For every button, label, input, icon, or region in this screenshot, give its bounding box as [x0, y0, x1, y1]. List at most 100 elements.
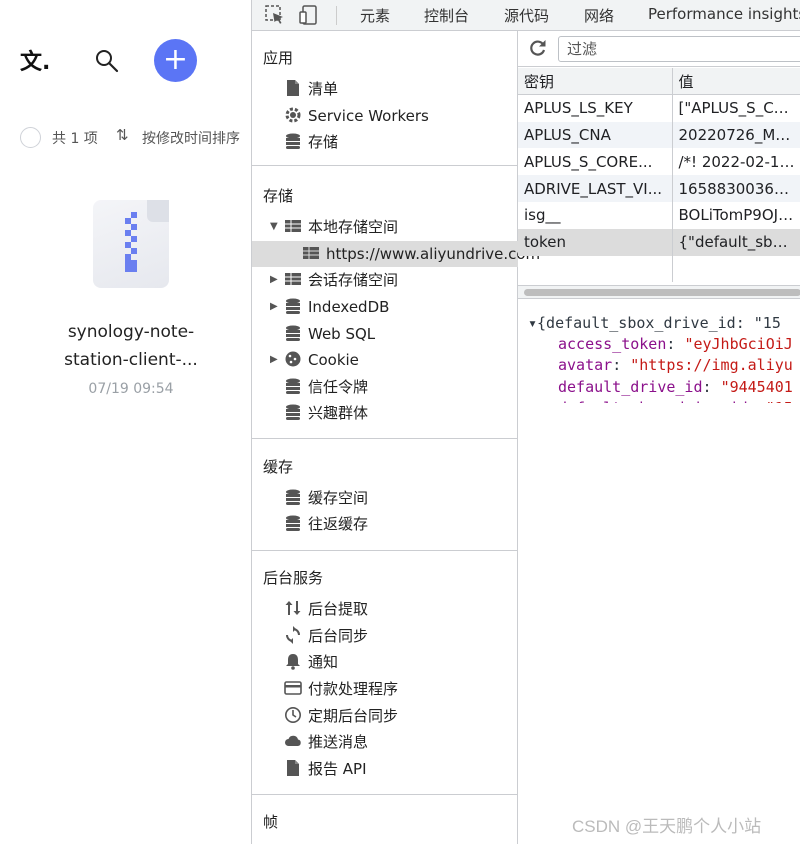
json-value: "eyJhbGciOiJ — [684, 335, 793, 353]
scrollbar-thumb[interactable] — [524, 289, 800, 296]
bell-icon — [286, 654, 300, 670]
sidebar-item-background-fetch[interactable]: 后台提取 — [284, 596, 368, 622]
json-field[interactable]: avatar: "https://img.aliyu — [558, 355, 793, 376]
key-cell[interactable]: token — [518, 228, 673, 256]
horizontal-scrollbar[interactable] — [518, 285, 800, 299]
sidebar-item-storage[interactable]: 存储 — [284, 129, 338, 155]
devtools-panel: 元素 控制台 源代码 网络 Performance insights 应用 清单… — [251, 0, 800, 844]
json-key: avatar — [558, 356, 613, 375]
sidebar-item-service-workers[interactable]: Service Workers — [284, 103, 429, 129]
file-name-line1[interactable]: synology-note- — [0, 322, 262, 342]
sidebar-item-notifications[interactable]: 通知 — [284, 649, 338, 675]
search-icon[interactable] — [94, 48, 120, 74]
sidebar-item-local-storage-origin[interactable]: https://www.aliyundrive.com — [252, 241, 540, 267]
sidebar-item-interest-groups[interactable]: 兴趣群体 — [284, 400, 368, 426]
key-cell[interactable]: ADRIVE_LAST_VI... — [518, 175, 673, 202]
sidebar-item-bfcache[interactable]: 往返缓存 — [284, 511, 368, 537]
sidebar-item-cookie[interactable]: ▶ Cookie — [270, 347, 359, 373]
sidebar-item-websql[interactable]: Web SQL — [284, 321, 375, 347]
item-count: 共 1 项 — [52, 131, 98, 147]
sidebar-item-periodic-background-sync[interactable]: 定期后台同步 — [284, 703, 398, 729]
filter-input[interactable]: 过滤 — [558, 36, 800, 62]
table-icon — [285, 220, 301, 232]
key-cell[interactable]: isg__ — [518, 201, 673, 229]
up-down-arrows-icon — [285, 601, 301, 615]
tab-elements[interactable]: 元素 — [360, 5, 390, 26]
inspect-element-icon[interactable] — [264, 4, 286, 26]
page-title: 文. — [20, 50, 51, 75]
sidebar-item-payment-handler[interactable]: 付款处理程序 — [284, 676, 398, 702]
database-icon — [286, 325, 300, 341]
value-cell[interactable]: 20220726_MRJc — [672, 121, 800, 149]
json-value: "https://img.aliyu — [630, 356, 793, 375]
devtools-tab-bar: 元素 控制台 源代码 网络 Performance insights — [252, 0, 800, 31]
json-field[interactable]: default_sbox_drive_id: "15 — [558, 398, 793, 403]
watermark: CSDN @王天鹏个人小站 — [572, 817, 762, 836]
json-preview: ▾{default_sbox_drive_id: "15 access_toke… — [518, 313, 800, 403]
filter-toolbar: 过滤 — [518, 31, 800, 67]
value-cell[interactable]: BOLiTomP9OJLp — [672, 201, 800, 229]
table-empty-row — [518, 255, 800, 283]
table-row[interactable]: APLUS_LS_KEY ["APLUS_S_CORE — [518, 94, 800, 122]
key-cell[interactable]: APLUS_S_CORE... — [518, 148, 673, 176]
expanded-arrow-icon[interactable]: ▾ — [528, 314, 537, 332]
json-key: default_drive_id — [558, 377, 703, 396]
credit-card-icon — [284, 681, 302, 695]
value-cell[interactable]: /*! 2022-02-16 15 — [672, 148, 800, 176]
json-root[interactable]: ▾{default_sbox_drive_id: "15 — [528, 313, 781, 334]
web-page-pane: 文. + 共 1 项 ⇅ 按修改时间排序 synology-note- stat… — [0, 0, 251, 844]
table-row[interactable]: token {"default_sbox_d — [518, 228, 800, 256]
collapsed-arrow-icon[interactable]: ▶ — [270, 347, 278, 373]
zip-file-icon[interactable] — [93, 200, 169, 288]
clock-icon — [285, 707, 301, 723]
tab-performance-insights[interactable]: Performance insights — [648, 5, 800, 23]
section-frames: 帧 — [263, 813, 279, 831]
tab-sources[interactable]: 源代码 — [504, 5, 549, 26]
refresh-icon[interactable] — [528, 38, 548, 58]
sidebar-item-push-messaging[interactable]: 推送消息 — [284, 729, 368, 755]
sidebar-item-session-storage[interactable]: ▶ 会话存储空间 — [270, 267, 398, 293]
table-row[interactable]: isg__ BOLiTomP9OJLp — [518, 201, 800, 229]
section-application: 应用 — [263, 49, 294, 67]
select-all-checkbox[interactable] — [20, 127, 41, 148]
section-background-services: 后台服务 — [263, 569, 324, 587]
file-name-line2[interactable]: station-client-... — [0, 350, 262, 370]
tab-network[interactable]: 网络 — [584, 5, 614, 26]
value-cell[interactable]: ["APLUS_S_CORE — [672, 94, 800, 122]
column-header-key[interactable]: 密钥 — [518, 68, 673, 96]
key-cell[interactable]: APLUS_CNA — [518, 121, 673, 149]
sidebar-item-indexeddb[interactable]: ▶ IndexedDB — [270, 294, 389, 320]
table-row[interactable]: ADRIVE_LAST_VI... 1658830036066 — [518, 175, 800, 202]
expanded-arrow-icon[interactable]: ▼ — [270, 214, 278, 240]
json-value: "15 — [766, 399, 793, 403]
sidebar-item-trust-tokens[interactable]: 信任令牌 — [284, 374, 368, 400]
gear-icon — [285, 107, 301, 123]
value-cell[interactable]: 1658830036066 — [672, 175, 800, 202]
application-sidebar: 应用 清单 Service Workers 存储 存储 ▼ 本地存储空间 htt… — [252, 31, 540, 844]
sort-button[interactable]: 按修改时间排序 — [142, 128, 240, 148]
sidebar-item-cache-storage[interactable]: 缓存空间 — [284, 485, 368, 511]
sidebar-item-reporting-api[interactable]: 报告 API — [284, 756, 367, 782]
sidebar-item-background-sync[interactable]: 后台同步 — [284, 623, 368, 649]
cloud-icon — [285, 735, 301, 746]
collapsed-arrow-icon[interactable]: ▶ — [270, 294, 278, 320]
database-icon — [286, 489, 300, 505]
database-icon — [286, 298, 300, 314]
collapsed-arrow-icon[interactable]: ▶ — [270, 267, 278, 293]
sidebar-item-manifest[interactable]: 清单 — [284, 76, 338, 102]
sort-icon[interactable]: ⇅ — [116, 126, 129, 144]
add-button[interactable]: + — [154, 39, 197, 82]
value-cell[interactable]: {"default_sbox_d — [672, 228, 800, 256]
key-cell[interactable]: APLUS_LS_KEY — [518, 94, 673, 122]
json-field[interactable]: default_drive_id: "9445401 — [558, 377, 793, 398]
table-row[interactable]: APLUS_CNA 20220726_MRJc — [518, 121, 800, 149]
tab-console[interactable]: 控制台 — [424, 5, 469, 26]
sync-icon — [286, 626, 300, 644]
table-row[interactable]: APLUS_S_CORE.../*! 2022-02-16 15 — [518, 148, 800, 176]
storage-viewer: 过滤 密钥 值 APLUS_LS_KEY ["APLUS_S_CORE APLUS_… — [518, 31, 800, 844]
json-field[interactable]: access_token: "eyJhbGciOiJ — [558, 334, 793, 355]
column-header-value[interactable]: 值 — [672, 68, 800, 96]
database-icon — [286, 378, 300, 394]
device-toolbar-icon[interactable] — [298, 4, 320, 26]
sidebar-item-local-storage[interactable]: ▼ 本地存储空间 — [270, 214, 398, 240]
